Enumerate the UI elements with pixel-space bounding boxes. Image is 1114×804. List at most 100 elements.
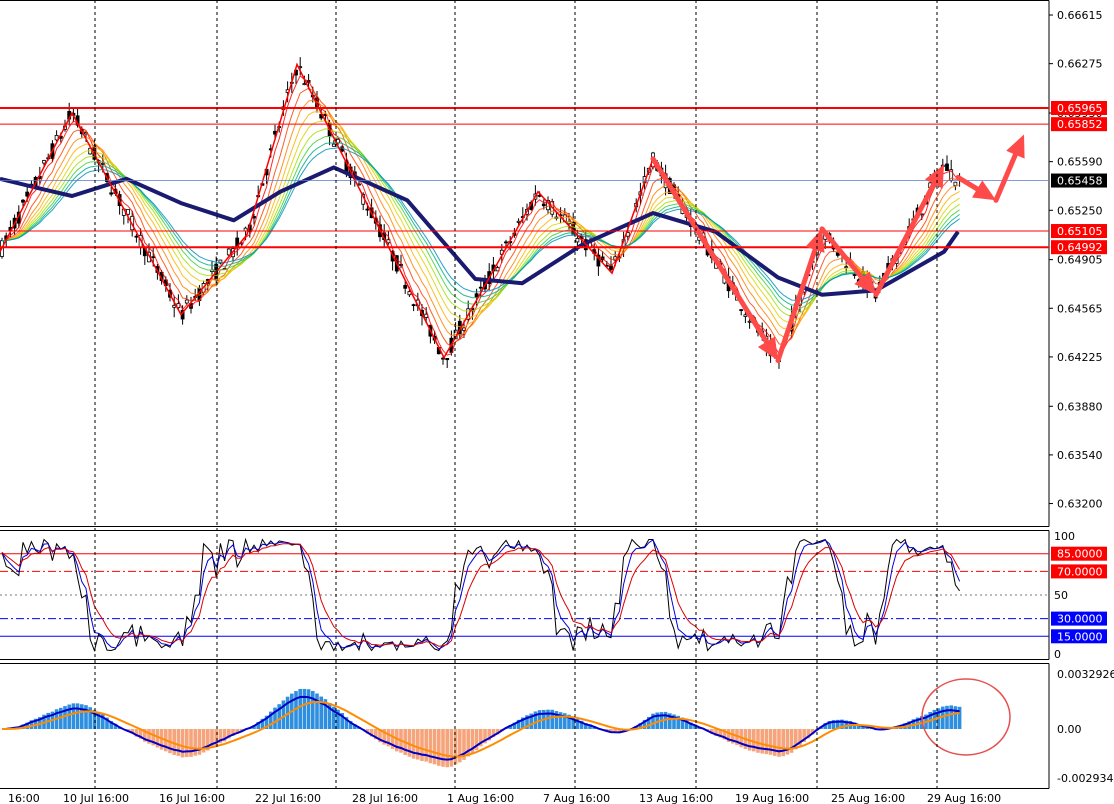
stoch-tag-label: 70.0000 bbox=[1057, 565, 1103, 578]
macd-bar bbox=[315, 693, 319, 729]
stoch-level-tag: 70.0000 bbox=[1051, 564, 1107, 579]
candle-body bbox=[953, 181, 958, 187]
time-tick-label: 7 Aug 16:00 bbox=[543, 792, 610, 804]
macd-bar bbox=[441, 728, 445, 767]
macd-bar bbox=[302, 688, 307, 729]
level-tag-label: 0.65852 bbox=[1057, 118, 1103, 131]
level-price-tag: 0.64992 bbox=[1051, 240, 1107, 255]
candle-body bbox=[739, 309, 744, 312]
level-price-tag: 0.65105 bbox=[1051, 224, 1107, 239]
macd-bar bbox=[197, 728, 202, 755]
price-tick-label: 0.63540 bbox=[1057, 449, 1103, 462]
candle-body bbox=[172, 304, 177, 308]
time-tick-label: 16 Jul 16:00 bbox=[159, 792, 225, 804]
candle-body bbox=[302, 83, 307, 86]
stoch-level-tag: 30.0000 bbox=[1051, 611, 1107, 626]
macd-tick-label: 0.00 bbox=[1057, 723, 1082, 736]
candle-body bbox=[743, 314, 748, 317]
time-tick-label: 1 Aug 16:00 bbox=[447, 792, 514, 804]
macd-bar bbox=[432, 728, 437, 765]
time-tick-label: 22 Jul 16:00 bbox=[255, 792, 321, 804]
candle-body bbox=[331, 143, 336, 147]
candle-body bbox=[945, 163, 949, 172]
macd-bar bbox=[71, 703, 76, 729]
macd-bar bbox=[298, 688, 302, 729]
candle-body bbox=[184, 299, 189, 304]
macd-bar bbox=[75, 703, 80, 729]
stoch-tag-label: 85.0000 bbox=[1057, 548, 1103, 561]
time-tick-label: 25 Aug 16:00 bbox=[831, 792, 905, 804]
level-price-tag: 0.65852 bbox=[1051, 117, 1107, 132]
time-tick-label: 13 Aug 16:00 bbox=[639, 792, 713, 804]
level-tag-label: 0.65105 bbox=[1057, 225, 1103, 238]
macd-bar bbox=[453, 728, 458, 765]
candle-body bbox=[134, 235, 139, 238]
stoch-tag-label: 15.0000 bbox=[1057, 630, 1103, 643]
stoch-tick-label: 0 bbox=[1054, 648, 1061, 661]
current-price-label: 0.65458 bbox=[1057, 175, 1103, 188]
price-tick-label: 0.65590 bbox=[1057, 156, 1103, 169]
macd-bar bbox=[189, 728, 193, 757]
macd-bar bbox=[185, 728, 189, 757]
macd-bar bbox=[80, 704, 84, 729]
price-tick-label: 0.64565 bbox=[1057, 302, 1103, 315]
stoch-tag-label: 30.0000 bbox=[1057, 613, 1103, 626]
candle-body bbox=[411, 304, 416, 307]
candle-body bbox=[25, 191, 30, 197]
stoch-level-tag: 15.0000 bbox=[1051, 629, 1107, 644]
macd-bar bbox=[311, 690, 315, 729]
macd-bar bbox=[760, 728, 764, 754]
macd-bar bbox=[773, 728, 777, 756]
candle-body bbox=[541, 203, 546, 207]
macd-bar bbox=[781, 728, 785, 757]
candle-body bbox=[42, 160, 46, 164]
macd-bar bbox=[180, 728, 185, 758]
candle-body bbox=[226, 248, 231, 256]
stoch-tick-label: 100 bbox=[1054, 530, 1075, 543]
current-price-tag: 0.65458 bbox=[1051, 173, 1107, 188]
candle-body bbox=[478, 286, 483, 289]
macd-bar bbox=[193, 728, 197, 756]
price-tick-label: 0.66275 bbox=[1057, 58, 1103, 71]
candle-body bbox=[403, 285, 408, 289]
stoch-level-tag: 85.0000 bbox=[1051, 546, 1107, 561]
stoch-tick-label: 50 bbox=[1054, 589, 1068, 602]
candle-body bbox=[109, 192, 114, 195]
price-tick-label: 0.66615 bbox=[1057, 9, 1103, 22]
candle-body bbox=[747, 320, 752, 323]
candle-body bbox=[504, 241, 508, 244]
price-tick-label: 0.63200 bbox=[1057, 498, 1103, 511]
macd-bar bbox=[764, 728, 769, 755]
macd-tick-label: 0.0032926 bbox=[1057, 668, 1114, 681]
candle-body bbox=[365, 208, 370, 211]
macd-bar bbox=[306, 689, 311, 729]
macd-tick-label: -0.0029346 bbox=[1057, 772, 1114, 785]
time-tick-label: 19 Aug 16:00 bbox=[735, 792, 809, 804]
candle-body bbox=[445, 358, 450, 361]
price-tick-label: 0.63880 bbox=[1057, 400, 1103, 413]
macd-bar bbox=[420, 728, 424, 761]
macd-bar bbox=[949, 705, 953, 729]
level-price-tag: 0.65965 bbox=[1051, 101, 1107, 116]
macd-bar bbox=[411, 728, 416, 759]
level-tag-label: 0.64992 bbox=[1057, 241, 1103, 254]
time-tick-label: 10 Jul 16:00 bbox=[63, 792, 129, 804]
price-tick-label: 0.64905 bbox=[1057, 254, 1103, 267]
macd-bar bbox=[445, 728, 449, 768]
candle-body bbox=[575, 238, 580, 243]
macd-bar bbox=[945, 705, 949, 729]
candle-body bbox=[844, 266, 849, 269]
time-tick-label: 16:00 bbox=[8, 792, 40, 804]
price-tick-label: 0.64225 bbox=[1057, 351, 1103, 364]
macd-bar bbox=[768, 728, 773, 755]
candle-body bbox=[21, 199, 25, 203]
time-tick-label: 29 Aug 16:00 bbox=[927, 792, 1001, 804]
macd-bar bbox=[416, 728, 420, 760]
macd-bar bbox=[777, 728, 781, 757]
candle-body bbox=[474, 293, 479, 298]
candle-body bbox=[100, 162, 105, 165]
trading-chart[interactable]: 0.666150.662750.659300.655900.652500.649… bbox=[0, 0, 1114, 804]
time-tick-label: 28 Jul 16:00 bbox=[352, 792, 418, 804]
macd-bar bbox=[424, 728, 428, 762]
level-tag-label: 0.65965 bbox=[1057, 102, 1103, 115]
